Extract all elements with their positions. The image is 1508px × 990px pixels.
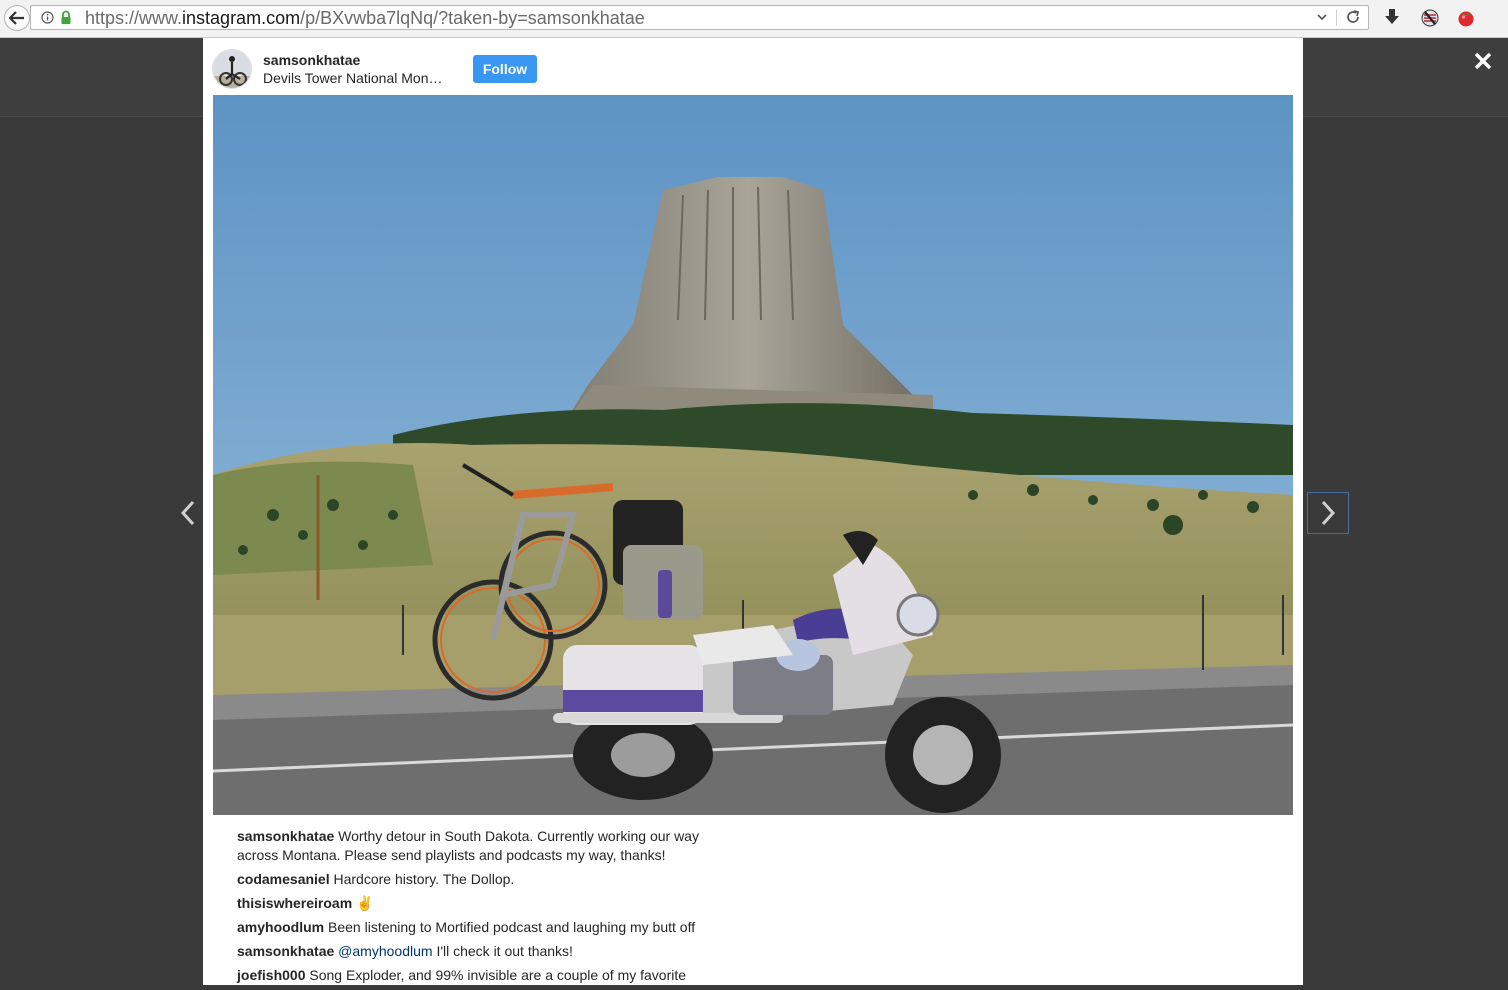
url-host: instagram.com	[182, 8, 301, 28]
comment-text: I'll check it out thanks!	[436, 943, 573, 959]
comment-item: amyhoodlum Been listening to Mortified p…	[237, 918, 737, 937]
post-location[interactable]: Devils Tower National Mon…	[263, 70, 453, 86]
reload-icon[interactable]	[1344, 8, 1362, 26]
comment-author[interactable]: codamesaniel	[237, 871, 330, 887]
follow-button[interactable]: Follow	[473, 55, 537, 83]
comment-text: Song Exploder, and 99% invisible are a c…	[309, 967, 687, 983]
address-bar[interactable]: https://www.instagram.com/p/BXvwba7lqNq/…	[30, 5, 1369, 30]
divider	[1336, 10, 1337, 26]
url-prefix: https://www.	[85, 8, 183, 28]
comment-author[interactable]: samsonkhatae	[237, 943, 334, 959]
comment-text: ✌	[356, 895, 374, 911]
comment-item: samsonkhatae @amyhoodlum I'll check it o…	[237, 942, 737, 961]
close-button[interactable]	[1470, 48, 1496, 74]
comment-item: thisiswhereiroam ✌	[237, 894, 737, 913]
photo-devils-tower-motorcycle	[213, 95, 1293, 815]
comment-text: Hardcore history. The Dollop.	[333, 871, 515, 887]
avatar[interactable]	[212, 49, 252, 89]
url-text[interactable]: https://www.instagram.com/p/BXvwba7lqNq/…	[85, 8, 645, 29]
post-header: samsonkhatae Devils Tower National Mon… …	[203, 38, 1303, 95]
comment-author[interactable]: joefish000	[237, 967, 305, 983]
info-icon[interactable]	[41, 11, 54, 24]
post-modal: samsonkhatae Devils Tower National Mon… …	[203, 38, 1303, 985]
url-history-dropdown[interactable]	[1311, 7, 1333, 28]
comment-mention[interactable]: @amyhoodlum	[338, 943, 432, 959]
lock-icon[interactable]	[60, 10, 72, 25]
url-path: /p/BXvwba7lqNq/?taken-by=samsonkhatae	[300, 8, 645, 28]
comments-list: samsonkhatae Worthy detour in South Dako…	[237, 827, 737, 990]
avatar-image	[213, 50, 251, 88]
arrow-left-icon	[9, 11, 24, 25]
close-icon	[1474, 52, 1492, 70]
comment-item: joefish000 Song Exploder, and 99% invisi…	[237, 966, 737, 985]
comment-item: samsonkhatae Worthy detour in South Dako…	[237, 827, 737, 865]
comment-text: Been listening to Mortified podcast and …	[328, 919, 696, 935]
comment-author[interactable]: amyhoodlum	[237, 919, 324, 935]
extension-shield-icon[interactable]	[1420, 8, 1440, 28]
next-post-button[interactable]	[1307, 492, 1349, 534]
comment-item: codamesaniel Hardcore history. The Dollo…	[237, 870, 737, 889]
post-photo[interactable]	[213, 95, 1293, 815]
browser-toolbar: https://www.instagram.com/p/BXvwba7lqNq/…	[0, 0, 1508, 38]
previous-post-button[interactable]	[172, 492, 204, 534]
back-button[interactable]	[4, 5, 30, 31]
extension-tomato-icon[interactable]	[1456, 8, 1476, 28]
comment-author[interactable]: thisiswhereiroam	[237, 895, 352, 911]
chevron-right-icon	[1321, 500, 1336, 526]
post-username[interactable]: samsonkhatae	[263, 52, 360, 68]
comment-author[interactable]: samsonkhatae	[237, 828, 334, 844]
chevron-left-icon	[180, 500, 195, 526]
chevron-down-icon	[1317, 14, 1327, 21]
download-icon[interactable]	[1383, 8, 1401, 26]
